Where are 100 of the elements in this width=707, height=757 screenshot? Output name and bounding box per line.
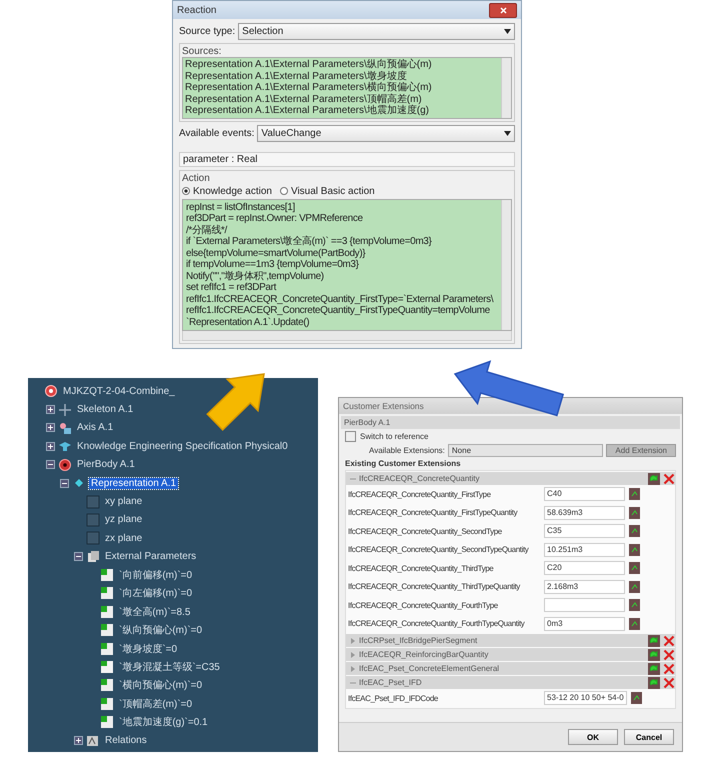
checkbox-label: Switch to reference bbox=[360, 432, 428, 441]
expand-icon[interactable] bbox=[46, 423, 55, 432]
tree-item[interactable]: Representation A.1 bbox=[89, 478, 178, 489]
field-label: IfcCREACEQR_ConcreteQuantity_ThirdTypeQuantity bbox=[348, 582, 522, 592]
caret-icon bbox=[504, 130, 511, 136]
parameter-icon bbox=[100, 586, 114, 600]
collapse-icon[interactable] bbox=[46, 460, 55, 470]
input-field[interactable]: 2.168m3 bbox=[544, 580, 625, 594]
delete-icon bbox=[663, 634, 675, 646]
list-item[interactable]: Representation A.1\External Parameters\墩身坡度 bbox=[185, 70, 499, 82]
field-label: Available Extensions: bbox=[369, 446, 445, 455]
tree-item[interactable]: `向前偏移(m)`=0 bbox=[117, 568, 194, 582]
parameter-icon bbox=[100, 642, 114, 656]
group-header[interactable]: IfcEAC_Pset_ConcreteElementGeneral bbox=[346, 662, 675, 675]
tree-item[interactable]: PierBody A.1 bbox=[75, 459, 137, 470]
tree-item[interactable]: `墩身坡度`=0 bbox=[117, 642, 180, 656]
cap-icon bbox=[58, 439, 72, 454]
tree-item[interactable]: Axis A.1 bbox=[75, 422, 116, 434]
ok-button[interactable]: OK bbox=[568, 729, 618, 745]
field-label: Available events: bbox=[179, 128, 254, 138]
input-field[interactable]: C40 bbox=[544, 487, 625, 502]
code-line: `Representation A.1`.Update() bbox=[186, 316, 310, 328]
field-label: IfcCREACEQR_ConcreteQuantity_ThirdType bbox=[348, 564, 494, 573]
code-line: Notify("","墩身体积",tempVolume) bbox=[186, 270, 325, 282]
object-header: PierBody A.1 bbox=[341, 416, 680, 429]
tree-item[interactable]: `横向预偏心(m)`=0 bbox=[117, 678, 204, 692]
list-item[interactable]: Representation A.1\External Parameters\地震加速度(g) bbox=[185, 105, 499, 116]
input-field[interactable]: 53-12 20 10 50+ 54-0 bbox=[544, 691, 627, 706]
input-field[interactable] bbox=[544, 598, 625, 612]
collapse-icon[interactable] bbox=[60, 478, 69, 488]
field-label: IfcCREACEQR_ConcreteQuantity_FourthTypeQuantity bbox=[348, 619, 526, 628]
tree-item[interactable]: `墩身混凝土等级`=C35 bbox=[117, 660, 222, 674]
field-label: IfcCREACEQR_ConcreteQuantity_FirstType bbox=[348, 490, 492, 499]
tree-item[interactable]: yz plane bbox=[103, 514, 144, 526]
tree-item[interactable]: `墩全高(m)`=8.5 bbox=[117, 604, 192, 619]
code-line: /*分隔线*/ bbox=[186, 224, 228, 236]
input-field[interactable]: 0m3 bbox=[544, 616, 625, 631]
expand-icon[interactable] bbox=[46, 442, 55, 451]
close-button[interactable] bbox=[489, 2, 517, 18]
code-line: refIfc1.IfcCREACEQR_ConcreteQuantity_FirstType=`External Parameters\ bbox=[186, 294, 494, 305]
product-icon bbox=[44, 384, 58, 398]
checkbox[interactable] bbox=[345, 431, 356, 442]
list-item[interactable]: Representation A.1\External Parameters\纵向预偏心(m) bbox=[185, 59, 499, 70]
parameter-icon bbox=[100, 623, 114, 638]
input-field[interactable]: C20 bbox=[544, 561, 625, 576]
relations-icon bbox=[86, 734, 100, 748]
scrollbar[interactable] bbox=[501, 58, 511, 118]
input-field[interactable]: 10.251m3 bbox=[544, 542, 625, 557]
parameters-icon bbox=[86, 550, 100, 564]
code-line: set refIfc1 = ref3DPart bbox=[186, 282, 278, 294]
delete-icon bbox=[663, 676, 675, 688]
tree-item[interactable]: `向左偏移(m)`=0 bbox=[117, 586, 194, 600]
list-item[interactable]: Representation A.1\External Parameters\顶帽高差(m) bbox=[185, 94, 499, 105]
part-icon bbox=[58, 458, 72, 472]
tree-item[interactable]: `地震加速度(g)`=0.1 bbox=[117, 715, 210, 730]
group-header[interactable]: IfcEACEQR_ReinforcingBarQuantity bbox=[346, 648, 675, 661]
radio-option[interactable]: Visual Basic action bbox=[280, 186, 375, 196]
parameter-type-text: parameter : Real bbox=[179, 152, 515, 166]
window-title: Reaction bbox=[177, 4, 216, 16]
field-label: IfcEAC_Pset_IFD_IFDCode bbox=[348, 694, 439, 703]
extensions-field[interactable]: None bbox=[448, 444, 604, 457]
tree-item[interactable]: xy plane bbox=[103, 496, 144, 508]
tree-item[interactable]: zx plane bbox=[103, 532, 144, 544]
events-dropdown[interactable]: ValueChange bbox=[257, 124, 515, 142]
group-header[interactable]: IfcEAC_Pset_IFD bbox=[346, 676, 675, 689]
tree-item[interactable]: Skeleton A.1 bbox=[75, 404, 136, 416]
field-label: IfcCREACEQR_ConcreteQuantity_SecondType bbox=[348, 526, 503, 536]
scrollbar[interactable] bbox=[182, 331, 512, 341]
cancel-button[interactable]: Cancel bbox=[624, 729, 674, 745]
scrollbar[interactable] bbox=[501, 200, 511, 330]
source-type-dropdown[interactable]: Selection bbox=[238, 23, 515, 40]
collapse-icon[interactable] bbox=[74, 552, 83, 562]
group-label: Sources: bbox=[182, 46, 222, 57]
group-label: Action bbox=[182, 172, 211, 184]
tree-item[interactable]: Relations bbox=[103, 735, 149, 746]
tree-item[interactable]: Knowledge Engineering Specification Physical0 bbox=[75, 440, 290, 452]
tree-item[interactable]: `纵向预偏心(m)`=0 bbox=[117, 623, 204, 638]
tree-item[interactable]: External Parameters bbox=[103, 551, 198, 562]
parameter-icon bbox=[100, 604, 114, 619]
field-label: IfcCREACEQR_ConcreteQuantity_SecondTypeQuantity bbox=[348, 545, 530, 554]
tree-item[interactable]: `顶帽高差(m)`=0 bbox=[117, 696, 194, 711]
field-label: IfcCREACEQR_ConcreteQuantity_FirstTypeQuantity bbox=[348, 508, 518, 518]
parameter-icon bbox=[100, 696, 114, 711]
code-line: if `External Parameters\墩全高(m)` ==3 {tempVolume=0m3} bbox=[186, 236, 433, 248]
expand-icon[interactable] bbox=[46, 405, 55, 414]
axis-icon bbox=[58, 420, 72, 435]
code-line: refIfc1.IfcCREACEQR_ConcreteQuantity_FirstTypeQuantity=tempVolume bbox=[186, 305, 491, 316]
section-title: Existing Customer Extensions bbox=[345, 459, 462, 468]
group-header[interactable]: IfcCRPset_IfcBridgePierSegment bbox=[346, 634, 675, 647]
list-item[interactable]: Representation A.1\External Parameters\横向预偏心(m) bbox=[185, 82, 499, 94]
parameter-icon bbox=[100, 660, 114, 674]
parameter-icon bbox=[100, 715, 114, 730]
radio-option[interactable]: Knowledge action bbox=[182, 186, 272, 196]
input-field[interactable]: C35 bbox=[544, 524, 625, 538]
code-editor[interactable] bbox=[182, 198, 512, 331]
input-field[interactable]: 58.639m3 bbox=[544, 506, 625, 520]
expand-icon[interactable] bbox=[74, 736, 83, 746]
delete-icon bbox=[663, 648, 675, 660]
tree-item[interactable]: MJKZQT-2-04-Combine_ bbox=[61, 386, 177, 397]
group-header[interactable]: IfcCREACEQR_ConcreteQuantity bbox=[346, 472, 675, 485]
